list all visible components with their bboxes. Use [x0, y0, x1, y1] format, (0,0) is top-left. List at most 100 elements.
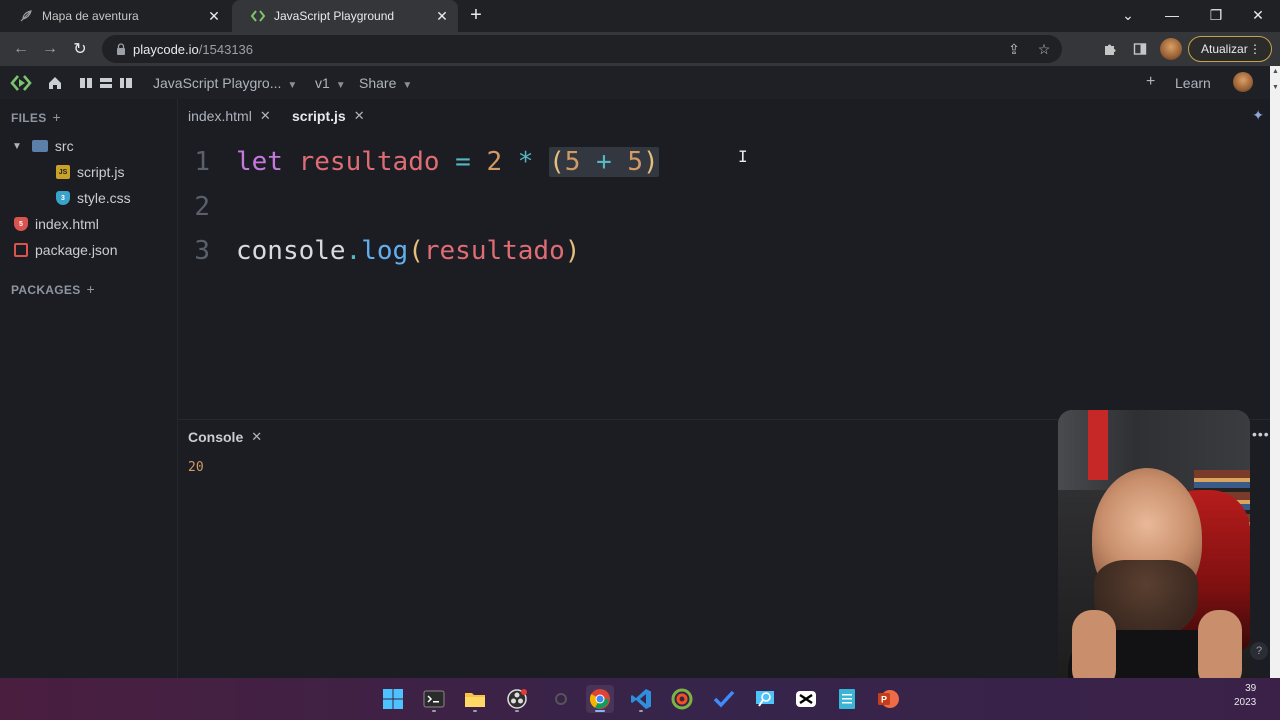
project-name: JavaScript Playgro... — [153, 75, 282, 91]
layout-rows-icon[interactable] — [98, 73, 114, 93]
close-icon[interactable]: ✕ — [251, 429, 262, 445]
project-selector[interactable]: JavaScript Playgro... ▼ — [153, 75, 297, 91]
tab-search-chevron-icon[interactable]: ⌄ — [1108, 0, 1148, 30]
clock-time: 39 — [1245, 683, 1257, 694]
playcode-logo-icon[interactable] — [10, 73, 32, 93]
notepad-icon[interactable] — [833, 685, 861, 713]
folder-icon — [31, 140, 48, 152]
tab-script-js[interactable]: script.js ✕ — [292, 108, 365, 124]
help-icon[interactable]: ? — [1250, 642, 1268, 660]
close-icon[interactable]: ✕ — [434, 8, 450, 24]
selection-highlight: (5 + 5) — [549, 147, 659, 177]
app-icon[interactable] — [668, 685, 696, 713]
webcam-background — [1088, 410, 1108, 480]
terminal-icon[interactable] — [420, 685, 448, 713]
files-header: FILES + — [11, 109, 61, 125]
file-sidebar: FILES + ▼ src JS script.js 3 style.css 5 … — [0, 99, 178, 678]
files-header-label: FILES — [11, 111, 47, 125]
packages-header-label: PACKAGES — [11, 283, 81, 297]
token-paren: ( — [408, 236, 424, 266]
bookmark-star-icon[interactable]: ☆ — [1034, 39, 1054, 59]
browser-tab-active[interactable]: JavaScript Playground ✕ — [232, 0, 458, 32]
new-tab-button[interactable]: + — [466, 5, 486, 26]
capcut-icon[interactable] — [792, 685, 820, 713]
code-text: console.log(resultado) — [236, 236, 580, 266]
scroll-up-icon[interactable]: ▲ — [1272, 68, 1279, 75]
feather-icon — [18, 8, 34, 24]
windows-start-icon[interactable] — [379, 685, 407, 713]
token-operator: . — [345, 236, 362, 266]
update-label: Atualizar — [1201, 42, 1248, 56]
tree-item-label: index.html — [35, 216, 99, 232]
back-arrow-icon[interactable]: ← — [10, 38, 32, 60]
sparkle-icon[interactable]: ✦ — [1252, 107, 1264, 124]
html-file-icon: 5 — [14, 217, 28, 231]
tab-title: Mapa de aventura — [42, 9, 139, 23]
tree-item-index-html[interactable]: 5 index.html — [14, 213, 99, 235]
close-window-button[interactable]: ✕ — [1238, 0, 1278, 30]
line-number: 3 — [194, 236, 210, 266]
token-paren: ) — [564, 236, 581, 266]
code-line[interactable]: 2 — [178, 187, 1178, 227]
token-number: 5 — [564, 147, 581, 177]
obs-icon[interactable] — [503, 685, 531, 713]
restore-button[interactable]: ❐ — [1196, 0, 1236, 30]
lock-icon — [117, 43, 125, 55]
share-page-icon[interactable]: ⇪ — [1004, 39, 1024, 59]
side-panel-icon[interactable] — [1130, 39, 1150, 59]
code-editor[interactable]: index.html ✕ script.js ✕ ✦ 1 let resulta… — [178, 99, 1270, 419]
extensions-puzzle-icon[interactable] — [1100, 39, 1120, 59]
code-line[interactable]: 3 console.log(resultado) — [178, 231, 1178, 271]
tab-index-html[interactable]: index.html ✕ — [188, 108, 271, 124]
chevron-down-icon[interactable]: ▼ — [12, 141, 22, 152]
layout-sidebar-icon[interactable] — [118, 73, 134, 93]
js-file-icon: JS — [56, 165, 70, 179]
close-icon[interactable]: ✕ — [206, 8, 222, 24]
tree-item-style-css[interactable]: 3 style.css — [56, 187, 131, 209]
token-operator: + — [596, 147, 612, 177]
search-app-icon[interactable] — [751, 685, 779, 713]
minimize-button[interactable]: — — [1152, 0, 1192, 30]
scroll-down-icon[interactable]: ▼ — [1272, 84, 1279, 91]
add-file-icon[interactable]: + — [53, 109, 61, 125]
tree-item-src[interactable]: ▼ src — [12, 135, 74, 157]
forward-arrow-icon[interactable]: → — [39, 38, 61, 60]
code-line[interactable]: 1 let resultado = 2 * (5 + 5) — [178, 142, 1178, 182]
page-scrollbar[interactable]: ▲ ▼ — [1270, 66, 1280, 678]
more-horizontal-icon[interactable]: ••• — [1252, 426, 1270, 442]
console-output: 20 — [188, 460, 204, 475]
home-icon[interactable] — [46, 73, 64, 93]
address-bar[interactable]: playcode.io/1543136 ⇪ ☆ — [102, 35, 1062, 63]
profile-avatar[interactable] — [1160, 38, 1182, 60]
text-cursor-icon: I — [738, 147, 748, 166]
app-icon[interactable] — [547, 685, 575, 713]
share-menu[interactable]: Share ▼ — [359, 75, 412, 91]
powerpoint-icon[interactable]: P — [874, 685, 902, 713]
system-clock[interactable]: 39 2023 — [1234, 682, 1256, 710]
vscode-icon[interactable] — [627, 685, 655, 713]
user-avatar[interactable] — [1233, 72, 1253, 92]
tree-item-script-js[interactable]: JS script.js — [56, 161, 124, 183]
add-package-icon[interactable]: + — [87, 281, 95, 297]
plus-icon[interactable]: + — [1146, 73, 1155, 91]
token-number: 2 — [486, 147, 503, 177]
reload-icon[interactable]: ↻ — [69, 38, 91, 60]
file-explorer-icon[interactable] — [461, 685, 489, 713]
todo-icon[interactable] — [710, 685, 738, 713]
layout-columns-icon[interactable] — [78, 73, 94, 93]
update-button[interactable]: Atualizar ⋮ — [1188, 36, 1272, 62]
token-number: 5 — [627, 147, 644, 177]
more-vertical-icon[interactable]: ⋮ — [1249, 42, 1261, 56]
learn-link[interactable]: Learn — [1175, 75, 1211, 91]
close-icon[interactable]: ✕ — [260, 108, 271, 124]
browser-tab[interactable]: Mapa de aventura ✕ — [0, 0, 230, 32]
close-icon[interactable]: ✕ — [354, 108, 365, 124]
url-text: playcode.io/1543136 — [133, 42, 253, 57]
console-tab[interactable]: Console ✕ — [188, 429, 262, 445]
running-indicator — [515, 710, 519, 712]
version-selector[interactable]: v1 ▼ — [315, 75, 346, 91]
tree-item-package-json[interactable]: package.json — [14, 239, 118, 261]
url-domain: playcode.io — [133, 42, 199, 57]
tree-item-label: package.json — [35, 242, 118, 258]
chrome-icon[interactable] — [586, 685, 614, 713]
